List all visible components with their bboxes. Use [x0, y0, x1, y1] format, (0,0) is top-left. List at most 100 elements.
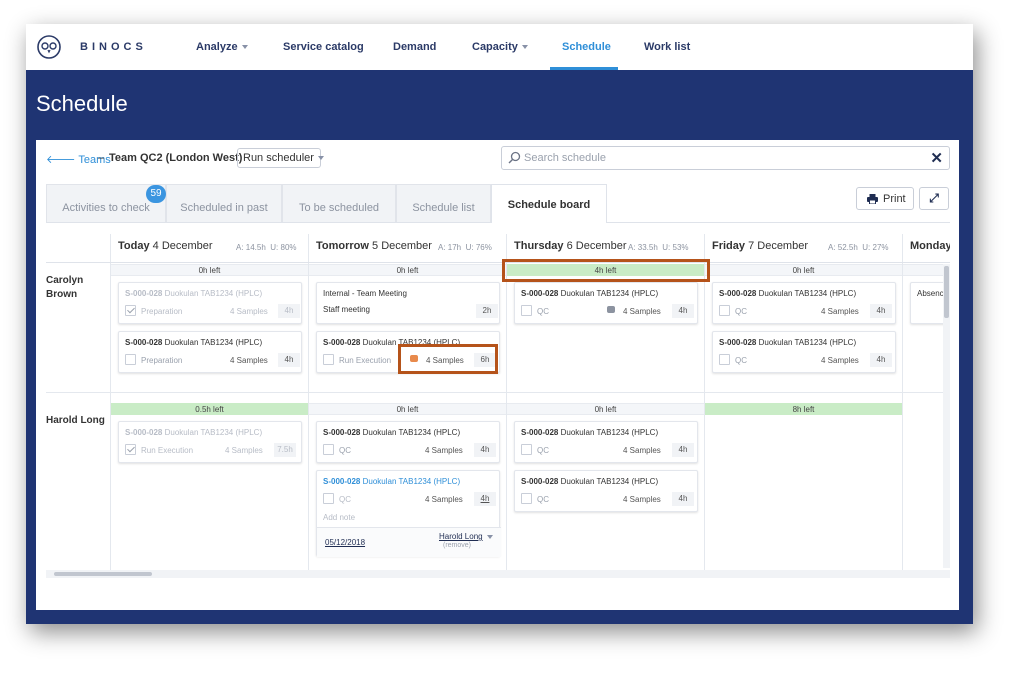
day-header-thursday: Thursday 6 December: [514, 240, 627, 252]
meeting-card[interactable]: Internal - Team Meeting Staff meeting 2h: [316, 282, 500, 324]
done-checkbox[interactable]: [521, 305, 532, 316]
activity-card[interactable]: S-000-028 Duokulan TAB1234 (HPLC) QC 4 S…: [316, 421, 500, 463]
assignee-dropdown[interactable]: Harold Long: [439, 532, 493, 541]
print-button[interactable]: Print: [856, 187, 914, 210]
samples-count: 4 Samples: [230, 307, 268, 316]
card-footer: 05/12/2018 Harold Long (remove): [317, 527, 501, 557]
scrollbar-thumb[interactable]: [54, 572, 152, 576]
done-checkbox[interactable]: [521, 444, 532, 455]
expand-fullscreen-button[interactable]: ⤢: [919, 187, 949, 210]
hours-badge: 4h: [870, 304, 892, 318]
nav-schedule-label: Schedule: [562, 41, 611, 53]
notification-badge: 59: [146, 185, 166, 203]
done-checkbox[interactable]: [719, 305, 730, 316]
done-checkbox[interactable]: [323, 444, 334, 455]
card-title: S-000-028 Duokulan TAB1234 (HPLC): [719, 338, 856, 347]
assignee-name: Harold Long: [439, 532, 483, 541]
comment-icon[interactable]: [607, 306, 615, 313]
product-name: Duokulan TAB1234 (HPLC): [758, 338, 857, 347]
product-name: Duokulan TAB1234 (HPLC): [758, 289, 857, 298]
samples-count: 4 Samples: [425, 446, 463, 455]
add-note-link[interactable]: Add note: [323, 513, 355, 522]
tab-schedule-list[interactable]: Schedule list: [396, 184, 491, 223]
capacity-bar: 0h left: [309, 403, 506, 415]
day-date: 6 December: [566, 240, 627, 252]
hours-badge: 4h: [278, 304, 300, 318]
activity-card[interactable]: S-000-028 Duokulan TAB1234 (HPLC) Prepar…: [118, 331, 302, 373]
samples-count: 4 Samples: [821, 307, 859, 316]
day-header-tomorrow: Tomorrow 5 December: [316, 240, 432, 252]
owl-logo-icon[interactable]: [36, 35, 62, 59]
activity-card[interactable]: S-000-028 Duokulan TAB1234 (HPLC) QC 4 S…: [514, 282, 698, 324]
samples-count: 4 Samples: [425, 495, 463, 504]
nav-analyze-label: Analyze: [196, 41, 238, 53]
activity-card[interactable]: S-000-028 Duokulan TAB1234 (HPLC) QC 4 S…: [514, 421, 698, 463]
activity-card-expanded[interactable]: S-000-028 Duokulan TAB1234 (HPLC) QC 4 S…: [316, 470, 501, 557]
card-title: S-000-028 Duokulan TAB1234 (HPLC): [125, 428, 262, 437]
day-meta-today: A: 14.5h U: 80%: [236, 243, 297, 252]
row-divider: [46, 392, 950, 393]
meeting-subtitle: Staff meeting: [323, 305, 370, 314]
back-link-label: Teams: [78, 154, 111, 166]
done-checkbox[interactable]: [323, 493, 334, 504]
done-checkbox[interactable]: [719, 354, 730, 365]
hours-badge: 4h: [672, 492, 694, 506]
done-checkbox[interactable]: [521, 493, 532, 504]
highlight-box: [398, 344, 498, 374]
nav-capacity[interactable]: Capacity: [472, 41, 528, 53]
product-name: Duokulan TAB1234 (HPLC): [164, 289, 263, 298]
active-nav-indicator: [550, 67, 618, 70]
done-checkbox[interactable]: [323, 354, 334, 365]
capacity-bar: 0h left: [111, 264, 308, 276]
tab-schedule-board[interactable]: Schedule board: [491, 184, 607, 223]
activity-card[interactable]: S-000-028 Duokulan TAB1234 (HPLC) QC 4 S…: [514, 470, 698, 512]
nav-work-list[interactable]: Work list: [644, 41, 690, 53]
day-date: 5 December: [372, 240, 432, 252]
tab-scheduled-in-past[interactable]: Scheduled in past: [166, 184, 282, 223]
hours-badge: 7.5h: [274, 443, 296, 457]
utilization: U: 80%: [270, 243, 297, 252]
available-hours: A: 33.5h: [628, 243, 658, 252]
available-hours: A: 14.5h: [236, 243, 266, 252]
nav-analyze[interactable]: Analyze: [196, 41, 248, 53]
nav-demand[interactable]: Demand: [393, 41, 436, 53]
expand-icon: ⤢: [929, 191, 939, 205]
remove-assignee-link[interactable]: (remove): [443, 542, 471, 549]
activity-card[interactable]: S-000-028 Duokulan TAB1234 (HPLC) Run Ex…: [118, 421, 302, 463]
activity-label: Preparation: [141, 356, 183, 365]
close-icon[interactable]: ✕: [930, 149, 943, 167]
nav-service-catalog[interactable]: Service catalog: [283, 41, 364, 53]
arrow-left-icon: 🡐: [46, 154, 76, 166]
scrollbar-thumb[interactable]: [944, 266, 949, 318]
done-checkbox[interactable]: [125, 354, 136, 365]
sample-id: S-000-028: [719, 338, 757, 347]
activity-card[interactable]: S-000-028 Duokulan TAB1234 (HPLC) Prepar…: [118, 282, 302, 324]
print-label: Print: [883, 193, 906, 205]
vertical-scrollbar[interactable]: [943, 264, 950, 568]
capacity-bar: 0h left: [507, 403, 704, 415]
hours-badge: 2h: [476, 304, 498, 318]
card-title[interactable]: S-000-028 Duokulan TAB1234 (HPLC): [323, 477, 460, 486]
samples-count: 4 Samples: [623, 307, 661, 316]
date-picker[interactable]: 05/12/2018: [325, 538, 365, 547]
horizontal-scrollbar[interactable]: [46, 570, 950, 578]
day-meta-thursday: A: 33.5h U: 53%: [628, 243, 689, 252]
sample-id: S-000-028: [521, 428, 559, 437]
person-name: Harold Long: [46, 415, 105, 426]
run-scheduler-dropdown[interactable]: Run scheduler: [237, 148, 324, 168]
sample-id: S-000-028: [323, 477, 361, 486]
activity-card[interactable]: S-000-028 Duokulan TAB1234 (HPLC) QC 4 S…: [712, 282, 896, 324]
activity-label: QC: [537, 446, 549, 455]
column-divider: [902, 234, 903, 574]
done-checkbox[interactable]: [125, 444, 136, 455]
search-input[interactable]: [524, 150, 914, 166]
capacity-bar: 0h left: [705, 264, 902, 276]
app-window: BINOCS Analyze Service catalog Demand Ca…: [26, 24, 973, 624]
nav-schedule[interactable]: Schedule: [562, 41, 611, 53]
activity-card[interactable]: S-000-028 Duokulan TAB1234 (HPLC) QC 4 S…: [712, 331, 896, 373]
card-title: S-000-028 Duokulan TAB1234 (HPLC): [521, 289, 658, 298]
tab-to-be-scheduled[interactable]: To be scheduled: [282, 184, 396, 223]
nav-capacity-label: Capacity: [472, 41, 518, 53]
hours-input[interactable]: 4h: [474, 492, 496, 506]
done-checkbox[interactable]: [125, 305, 136, 316]
